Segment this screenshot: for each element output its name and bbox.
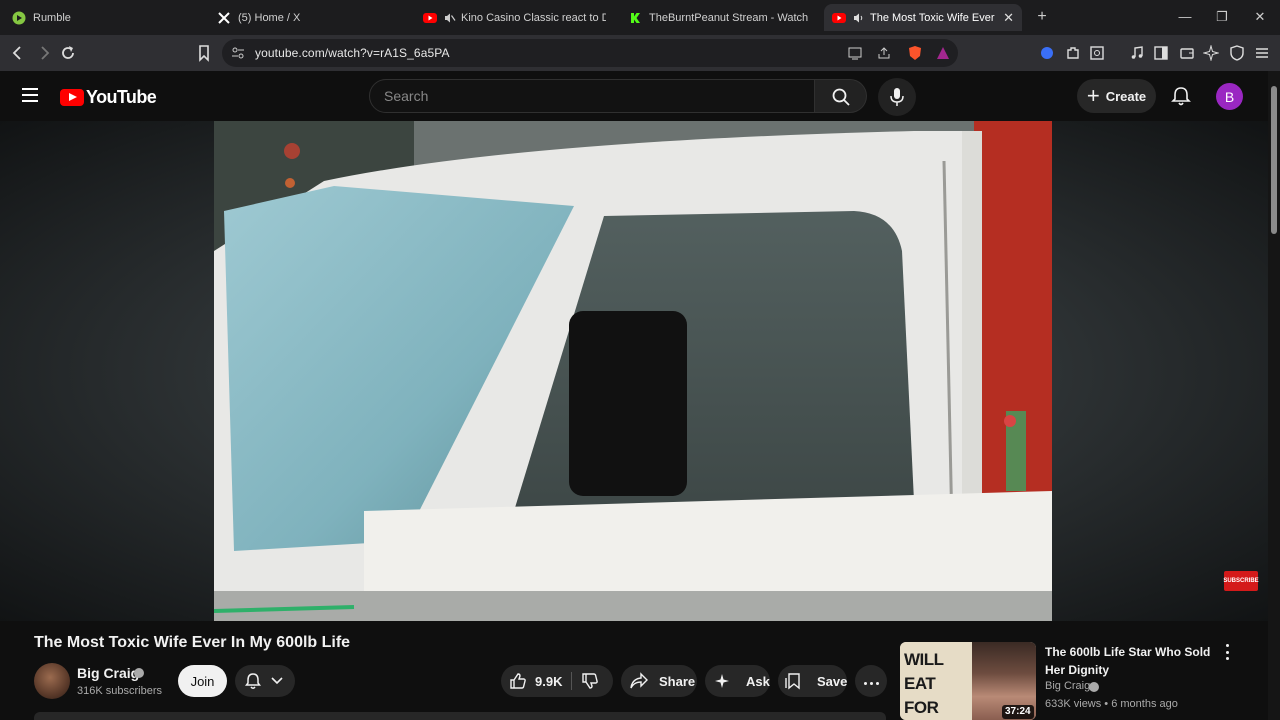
- like-icon[interactable]: [509, 672, 527, 690]
- brave-shields-icon[interactable]: [907, 45, 923, 61]
- minimize-icon[interactable]: —: [1178, 10, 1192, 24]
- tab-label: TheBurntPeanut Stream - Watch Live: [649, 11, 810, 24]
- channel-name[interactable]: Big Craig: [77, 665, 139, 681]
- search-button[interactable]: [815, 79, 867, 113]
- vpn-shield-icon[interactable]: [1229, 45, 1245, 61]
- brave-rewards-icon[interactable]: [935, 45, 951, 61]
- plus-icon: +: [1086, 83, 1100, 108]
- forward-icon[interactable]: [34, 43, 54, 63]
- dislike-icon[interactable]: [581, 672, 599, 690]
- back-icon[interactable]: [8, 43, 28, 63]
- create-label: Create: [1105, 88, 1147, 104]
- share-button[interactable]: Share: [621, 665, 697, 697]
- music-icon[interactable]: [1129, 45, 1145, 61]
- search-icon: [832, 88, 850, 106]
- video-frame-truck: [214, 121, 1052, 621]
- url-text: youtube.com/watch?v=rA1S_6a5PA: [255, 46, 450, 60]
- subscription-bell-button[interactable]: [235, 665, 295, 697]
- vpn-icon[interactable]: [1039, 45, 1055, 61]
- kick-icon: [628, 10, 642, 25]
- muted-speaker-icon: [445, 13, 456, 22]
- menu-icon[interactable]: [1254, 45, 1270, 61]
- recommended-video-meta: 633K views • 6 months ago: [1045, 698, 1178, 710]
- browser-tab-strip: Rumble (5) Home / X Kino Casino Classic …: [0, 0, 1280, 35]
- more-horizontal-icon: [862, 672, 880, 690]
- youtube-header: YouTube + Create B: [0, 71, 1280, 121]
- address-bar[interactable]: youtube.com/watch?v=rA1S_6a5PA: [222, 39, 958, 67]
- tab-label: (5) Home / X: [238, 11, 301, 24]
- tab-label: Kino Casino Classic react to DSPG: [461, 11, 606, 24]
- bell-icon: [245, 673, 261, 689]
- wallet-icon[interactable]: [1179, 45, 1195, 61]
- new-tab-button[interactable]: +: [1034, 9, 1050, 25]
- recommended-video-title[interactable]: The 600lb Life Star Who Sold Her Dignity: [1045, 643, 1215, 679]
- tab-current-video[interactable]: The Most Toxic Wife Ever In My ✕: [824, 4, 1022, 31]
- youtube-icon: [832, 12, 846, 23]
- more-actions-button[interactable]: [855, 665, 887, 697]
- ask-label: Ask: [746, 673, 770, 689]
- video-duration-badge: 37:24: [1002, 705, 1034, 719]
- like-dislike-group: 9.9K: [501, 665, 613, 697]
- account-avatar[interactable]: B: [1216, 83, 1243, 110]
- subscriber-count: 316K subscribers: [77, 685, 162, 697]
- channel-avatar[interactable]: [34, 663, 70, 699]
- tab-x-home[interactable]: (5) Home / X: [217, 4, 407, 31]
- x-logo-icon: [218, 11, 230, 24]
- recommended-channel-name[interactable]: Big Craig: [1045, 680, 1090, 692]
- subscribe-watermark[interactable]: SUBSCRIBE: [1223, 571, 1259, 591]
- rumble-icon: [12, 11, 26, 24]
- verified-badge-icon: [134, 668, 144, 678]
- tab-burntpeanut[interactable]: TheBurntPeanut Stream - Watch Live: [628, 4, 810, 31]
- video-title: The Most Toxic Wife Ever In My 600lb Lif…: [34, 634, 351, 651]
- chevron-down-icon: [271, 677, 283, 685]
- tab-rumble[interactable]: Rumble: [12, 4, 192, 31]
- thumbnail-sign-text: WILL EAT FOR MONEY: [900, 642, 972, 720]
- create-button[interactable]: + Create: [1077, 79, 1156, 113]
- reload-icon[interactable]: [58, 43, 78, 63]
- cast-icon[interactable]: [848, 46, 862, 60]
- youtube-logo[interactable]: YouTube: [60, 87, 157, 108]
- bookmark-icon[interactable]: [194, 43, 214, 63]
- like-divider: [571, 672, 572, 690]
- close-tab-icon[interactable]: ✕: [1003, 10, 1014, 26]
- notifications-bell-icon[interactable]: [1170, 85, 1192, 107]
- save-label: Save: [817, 673, 848, 689]
- save-to-playlist-icon: [785, 673, 800, 690]
- extensions-icon[interactable]: [1065, 45, 1081, 61]
- like-count[interactable]: 9.9K: [535, 674, 562, 689]
- join-button[interactable]: Join: [178, 665, 227, 697]
- speaker-icon: [854, 13, 863, 22]
- more-vertical-icon[interactable]: [1222, 644, 1232, 660]
- ask-button[interactable]: Ask: [705, 665, 770, 697]
- save-button[interactable]: Save: [778, 665, 847, 697]
- tab-label: The Most Toxic Wife Ever In My: [870, 11, 995, 24]
- tab-kino-casino[interactable]: Kino Casino Classic react to DSPG: [423, 4, 606, 31]
- video-player[interactable]: [214, 121, 1052, 621]
- sparkle-icon: [715, 674, 729, 688]
- description-box[interactable]: [34, 712, 886, 720]
- youtube-play-icon: [60, 89, 84, 106]
- youtube-wordmark: YouTube: [86, 87, 157, 107]
- youtube-icon: [423, 12, 437, 23]
- microphone-icon: [890, 88, 904, 106]
- share-label: Share: [659, 673, 696, 689]
- screenshot-icon[interactable]: [1089, 45, 1105, 61]
- share-page-icon[interactable]: [877, 46, 891, 60]
- verified-badge-icon: [1089, 682, 1099, 692]
- restore-icon[interactable]: ❐: [1215, 10, 1229, 24]
- tab-label: Rumble: [33, 11, 71, 24]
- close-window-icon[interactable]: ✕: [1253, 10, 1267, 24]
- site-settings-icon[interactable]: [231, 46, 245, 60]
- browser-toolbar: youtube.com/watch?v=rA1S_6a5PA: [0, 35, 1280, 71]
- hamburger-menu-icon[interactable]: [22, 88, 38, 102]
- search-input[interactable]: [384, 88, 784, 104]
- leo-ai-icon[interactable]: [1203, 45, 1219, 61]
- voice-search-button[interactable]: [878, 78, 916, 116]
- scrollbar-thumb[interactable]: [1271, 86, 1277, 234]
- sidebar-icon[interactable]: [1153, 45, 1169, 61]
- share-arrow-icon: [630, 672, 648, 689]
- search-box: [369, 79, 815, 113]
